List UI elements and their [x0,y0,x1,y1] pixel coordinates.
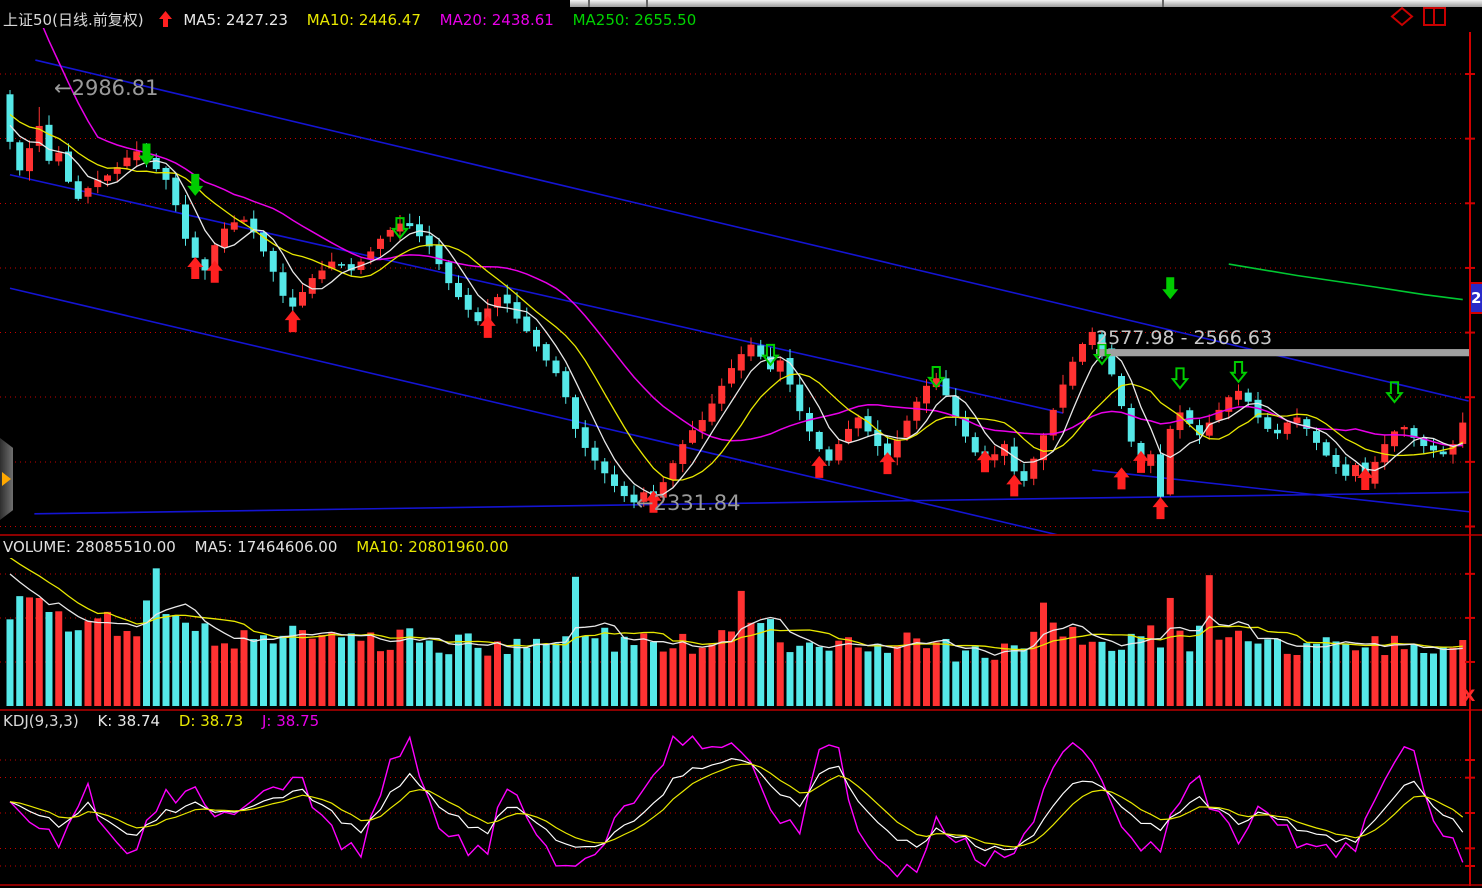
kdj-header: KDJ(9,3,3) K: 38.74 D: 38.73 J: 38.75 [3,712,333,730]
gap-range-label: 2577.98 - 2566.63 [1096,327,1272,349]
toolbar-separator [588,0,590,7]
kdj-k-value: K: 38.74 [97,712,160,730]
kdj-lines [10,736,1463,877]
ma250-value: MA250: 2655.50 [573,11,697,29]
kdj-j-value: J: 38.75 [262,712,319,730]
chart-canvas [0,0,1482,888]
ma20-value: MA20: 2438.61 [440,11,554,29]
volume-value: VOLUME: 28085510.00 [3,538,176,556]
panel-divider [0,534,1482,536]
volume-bars [7,568,1467,706]
sidebar-expand-handle[interactable] [0,438,13,520]
gap-range-bar [1096,349,1470,356]
expand-arrow-icon [2,472,11,486]
panel-divider [0,884,1482,886]
volume-ma5-value: MA5: 17464606.00 [195,538,338,556]
volume-ma-lines [10,558,1463,656]
toolbar-separator [646,0,648,7]
low-price-label: ←2331.84 [636,491,740,515]
volume-header: VOLUME: 28085510.00 MA5: 17464606.00 MA1… [3,538,523,556]
kdj-label: KDJ(9,3,3) [3,712,79,730]
high-price-label: ←2986.81 [54,76,158,100]
kdj-d-value: D: 38.73 [179,712,243,730]
ma-lines [10,0,1463,495]
candlesticks [7,90,1467,508]
window-panes-button[interactable] [1422,6,1448,27]
window-controls [1390,6,1448,27]
right-axis-price-badge: 26 [1471,282,1482,314]
volume-ma10-value: MA10: 20801960.00 [356,538,508,556]
ma10-value: MA10: 2446.47 [307,11,421,29]
panel-divider [0,709,1482,711]
diamond-button[interactable] [1390,6,1414,27]
indicator-close-button[interactable]: X [1463,686,1475,705]
main-chart-header: 上证50(日线.前复权) MA5: 2427.23 MA10: 2446.47 … [3,9,710,30]
trading-app-window: 上证50(日线.前复权) MA5: 2427.23 MA10: 2446.47 … [0,0,1482,888]
up-arrow-icon [158,11,173,28]
toolbar-separator [1162,0,1164,7]
ma5-value: MA5: 2427.23 [183,11,288,29]
symbol-title: 上证50(日线.前复权) [3,11,144,29]
top-toolbar-edge [570,0,1482,7]
